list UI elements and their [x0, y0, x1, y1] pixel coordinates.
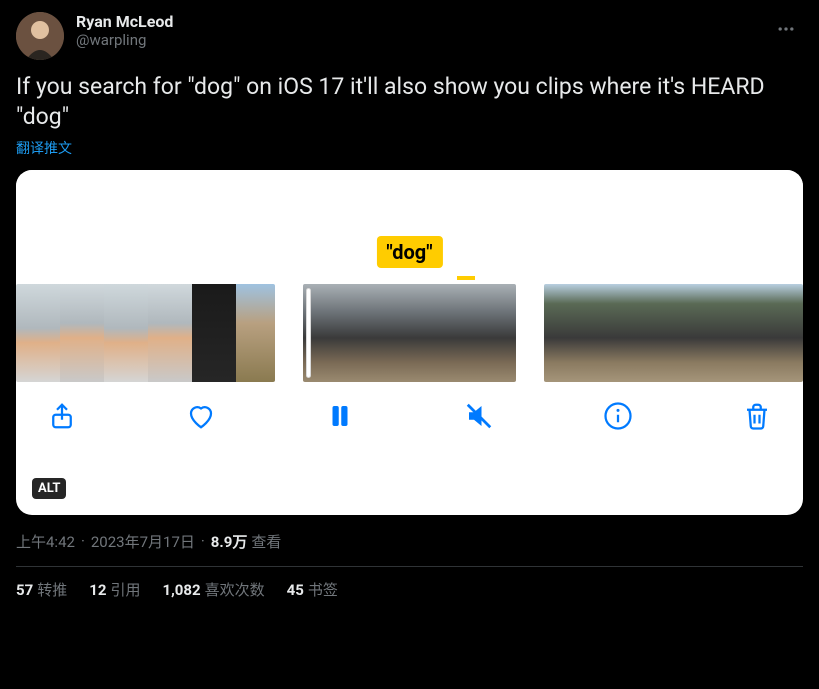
separator-dot: · — [201, 532, 205, 550]
playhead-indicator[interactable] — [306, 288, 311, 378]
likes-stat[interactable]: 1,082 喜欢次数 — [162, 579, 264, 600]
thumbnail-frame — [236, 284, 275, 382]
thumbnail-frame — [544, 284, 588, 382]
share-icon — [47, 401, 77, 435]
quotes-stat[interactable]: 12引用 — [89, 579, 140, 600]
delete-button[interactable] — [739, 400, 775, 436]
retweets-label: 转推 — [37, 581, 67, 599]
thumbnail-frame — [764, 284, 803, 382]
likes-label: 喜欢次数 — [205, 581, 265, 599]
bookmarks-count: 45 — [287, 581, 304, 599]
handle[interactable]: @warpling — [76, 31, 173, 49]
tweet-stats: 57转推 12引用 1,082 喜欢次数 45书签 — [16, 579, 803, 600]
tweet-time[interactable]: 上午4:42 — [16, 531, 75, 552]
heart-icon — [186, 401, 216, 435]
clip-group-2[interactable] — [303, 284, 515, 382]
media-attachment[interactable]: "dog" — [16, 170, 803, 515]
likes-count: 1,082 — [162, 581, 200, 599]
tweet-header: Ryan McLeod @warpling — [16, 12, 803, 60]
author-names: Ryan McLeod @warpling — [76, 12, 173, 49]
tweet-text: If you search for "dog" on iOS 17 it'll … — [16, 72, 803, 132]
video-filmstrip[interactable] — [16, 284, 803, 382]
media-whitespace: "dog" — [16, 170, 803, 252]
quotes-label: 引用 — [110, 581, 140, 599]
views-count[interactable]: 8.9万 — [211, 531, 248, 552]
display-name[interactable]: Ryan McLeod — [76, 12, 173, 31]
info-icon — [603, 401, 633, 435]
retweets-count: 57 — [16, 581, 33, 599]
separator-dot: · — [81, 532, 85, 550]
clip-group-1[interactable] — [16, 284, 275, 382]
thumbnail-frame — [357, 284, 411, 382]
thumbnail-frame — [465, 284, 515, 382]
ios-video-toolbar — [16, 382, 803, 454]
clip-group-3[interactable] — [544, 284, 803, 382]
trash-icon — [742, 401, 772, 435]
mute-button[interactable] — [461, 400, 497, 436]
thumbnail-frame — [60, 284, 104, 382]
thumbnail-frame — [411, 284, 465, 382]
thumbnail-frame — [104, 284, 148, 382]
translate-link[interactable]: 翻译推文 — [16, 138, 803, 158]
divider — [16, 566, 803, 567]
alt-text-badge[interactable]: ALT — [32, 478, 66, 499]
tweet-date[interactable]: 2023年7月17日 — [91, 531, 195, 552]
more-options-button[interactable] — [769, 12, 803, 46]
thumbnail-frame — [676, 284, 720, 382]
thumbnail-frame — [16, 284, 60, 382]
search-term-marker — [457, 276, 475, 280]
thumbnail-frame — [632, 284, 676, 382]
thumbnail-frame — [192, 284, 236, 382]
avatar[interactable] — [16, 12, 64, 60]
pause-button[interactable] — [322, 400, 358, 436]
speaker-muted-icon — [464, 401, 494, 435]
tweet-container: Ryan McLeod @warpling If you search for … — [0, 0, 819, 612]
thumbnail-frame — [588, 284, 632, 382]
search-term-badge: "dog" — [376, 236, 442, 268]
bookmarks-stat[interactable]: 45书签 — [287, 579, 338, 600]
favorite-button[interactable] — [183, 400, 219, 436]
retweets-stat[interactable]: 57转推 — [16, 579, 67, 600]
tweet-meta: 上午4:42 · 2023年7月17日 · 8.9万 查看 — [16, 531, 803, 552]
bookmarks-label: 书签 — [308, 581, 338, 599]
views-label: 查看 — [251, 531, 281, 552]
info-button[interactable] — [600, 400, 636, 436]
share-button[interactable] — [44, 400, 80, 436]
thumbnail-frame — [303, 284, 357, 382]
thumbnail-frame — [148, 284, 192, 382]
quotes-count: 12 — [89, 581, 106, 599]
thumbnail-frame — [720, 284, 764, 382]
pause-icon — [325, 401, 355, 435]
